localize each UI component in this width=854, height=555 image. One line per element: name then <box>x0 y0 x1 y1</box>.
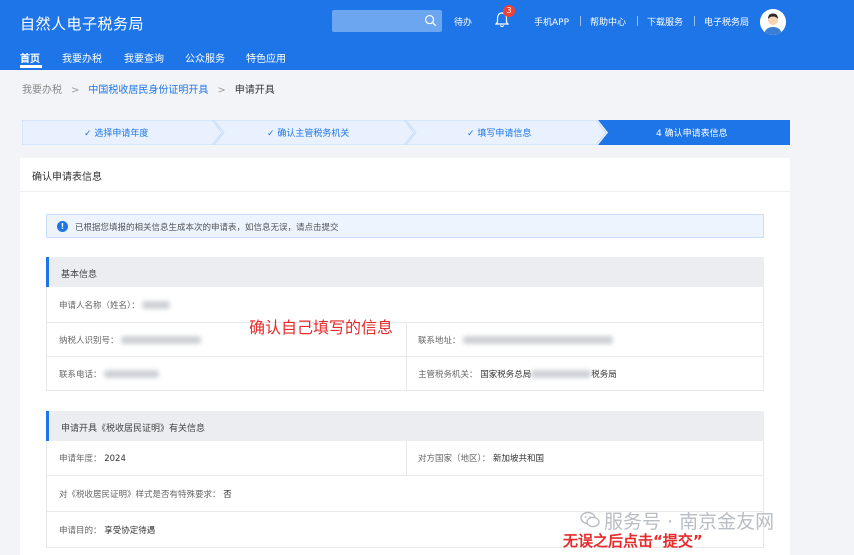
header-divider <box>694 16 695 26</box>
step-confirm-authority: ✓ 确认主管税务机关 <box>267 129 350 139</box>
tax-authority-cell: 主管税务机关： 国家税务总局 税务局 <box>406 357 764 390</box>
section-certificate-info: 申请开具《税收居民证明》有关信息 <box>46 411 764 441</box>
breadcrumb: 我要办税 > 中国税收居民身份证明开具 > 申请开具 <box>22 81 275 96</box>
apply-year-value: 2024 <box>104 454 126 464</box>
todo-link[interactable]: 待办 <box>454 15 472 28</box>
special-format-field: 对《税收居民证明》样式是否有特殊要求： 否 <box>59 488 232 500</box>
tax-authority-label: 主管税务机关： <box>418 369 478 380</box>
table-row: 纳税人识别号： 联系地址： <box>46 323 764 357</box>
purpose-field: 申请目的： 享受协定待遇 <box>59 524 155 536</box>
card-divider <box>20 191 790 192</box>
download-service-link[interactable]: 下载服务 <box>647 15 683 28</box>
applicant-name-label: 申请人名称（姓名）： <box>59 300 140 311</box>
header-divider <box>580 16 581 26</box>
purpose-value: 享受协定待遇 <box>104 525 156 536</box>
search-box[interactable] <box>332 10 442 34</box>
search-input[interactable] <box>332 11 418 34</box>
applicant-name-field: 申请人名称（姓名）： <box>59 299 171 311</box>
taxpayer-id-field: 纳税人识别号： <box>59 334 202 346</box>
search-icon[interactable] <box>424 14 437 27</box>
notification-badge: 3 <box>503 5 515 17</box>
nav-do-tax[interactable]: 我要办税 <box>62 50 102 65</box>
redacted-value <box>142 301 171 309</box>
contact-phone-label: 联系电话： <box>59 369 102 380</box>
info-notice: ! 已根据您填报的相关信息生成本次的申请表，如信息无误，请点击提交 <box>46 214 764 238</box>
section-title: 基本信息 <box>61 270 98 280</box>
confirm-form-card: 确认申请表信息 ! 已根据您填报的相关信息生成本次的申请表，如信息无误，请点击提… <box>20 158 790 555</box>
country-cell: 对方国家（地区）： 新加坡共和国 <box>406 441 764 475</box>
contact-address-field: 联系地址： <box>418 334 614 346</box>
redacted-value <box>121 336 202 344</box>
country-field: 对方国家（地区）： 新加坡共和国 <box>418 452 544 464</box>
breadcrumb-item-certificate[interactable]: 中国税收居民身份证明开具 <box>88 85 208 96</box>
top-header: 自然人电子税务局 待办 3 手机APP 帮助中心 下载服务 电子税务局 首页 我… <box>0 0 854 70</box>
user-avatar[interactable] <box>760 9 786 35</box>
table-row: 申请人名称（姓名）： <box>46 287 764 323</box>
nav-home[interactable]: 首页 <box>20 50 40 65</box>
purpose-label: 申请目的： <box>59 525 102 536</box>
breadcrumb-separator: > <box>217 85 226 96</box>
step-fill-info: ✓ 填写申请信息 <box>467 129 532 139</box>
nav-featured-apps[interactable]: 特色应用 <box>246 50 286 65</box>
table-row: 联系电话： 主管税务机关： 国家税务总局 税务局 <box>46 357 764 391</box>
tax-authority-suffix: 税务局 <box>591 369 617 380</box>
confirm-info-annotation: 确认自己填写的信息 <box>249 318 394 337</box>
step-select-year: ✓ 选择申请年度 <box>84 129 149 139</box>
country-value: 新加坡共和国 <box>492 454 544 464</box>
breadcrumb-item-current: 申请开具 <box>234 85 275 96</box>
apply-year-field: 申请年度： 2024 <box>59 452 126 464</box>
section-basic-info: 基本信息 <box>46 257 764 287</box>
table-row: 申请年度： 2024 对方国家（地区）： 新加坡共和国 <box>46 441 764 476</box>
contact-phone-field: 联系电话： <box>59 368 160 380</box>
section-title: 申请开具《税收居民证明》有关信息 <box>61 424 206 434</box>
step-progress: ✓ 选择申请年度 ✓ 确认主管税务机关 ✓ 填写申请信息 4 确认申请表信息 <box>22 120 790 145</box>
breadcrumb-separator: > <box>71 85 80 96</box>
breadcrumb-item-do-tax[interactable]: 我要办税 <box>22 85 62 96</box>
country-label: 对方国家（地区）： <box>418 454 491 464</box>
contact-address-cell: 联系地址： <box>406 323 764 356</box>
tax-authority-field: 主管税务机关： 国家税务总局 税务局 <box>418 368 617 380</box>
e-tax-bureau-link[interactable]: 电子税务局 <box>704 15 749 28</box>
contact-address-label: 联系地址： <box>418 335 461 346</box>
mobile-app-link[interactable]: 手机APP <box>534 15 569 28</box>
avatar-icon <box>760 9 786 35</box>
wechat-icon <box>580 511 600 528</box>
card-title: 确认申请表信息 <box>32 172 102 183</box>
submit-hint-annotation: 无误之后点击“提交” <box>563 532 703 550</box>
step-confirm-form: 4 确认申请表信息 <box>656 129 728 139</box>
app-title[interactable]: 自然人电子税务局 <box>20 13 144 34</box>
taxpayer-id-label: 纳税人识别号： <box>59 335 119 346</box>
header-divider <box>637 16 638 26</box>
redacted-value <box>104 370 160 378</box>
special-format-value: 否 <box>223 489 232 500</box>
info-icon: ! <box>57 221 68 232</box>
redacted-value <box>463 336 614 344</box>
nav-public-service[interactable]: 公众服务 <box>185 50 225 65</box>
tax-authority-prefix: 国家税务总局 <box>480 369 532 380</box>
nav-query[interactable]: 我要查询 <box>124 50 164 65</box>
help-center-link[interactable]: 帮助中心 <box>590 15 626 28</box>
notice-text: 已根据您填报的相关信息生成本次的申请表，如信息无误，请点击提交 <box>75 223 339 233</box>
nav-active-indicator <box>20 65 42 68</box>
redacted-value <box>531 370 592 378</box>
special-format-label: 对《税收居民证明》样式是否有特殊要求： <box>59 489 221 500</box>
apply-year-label: 申请年度： <box>59 454 102 464</box>
